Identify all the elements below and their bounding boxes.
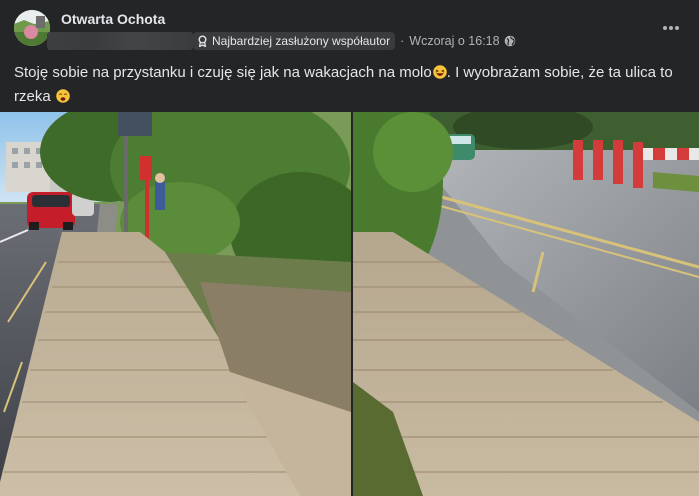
group-avatar-image [14, 10, 50, 46]
weary-emoji-icon [56, 89, 70, 103]
post-text: Stoję sobie na przystanku i czuję się ja… [14, 61, 686, 109]
badge-ribbon-icon [198, 35, 207, 47]
more-options-button[interactable] [657, 14, 685, 42]
facebook-post: Otwarta Ochota Najbardziej zasłużony wsp… [0, 0, 699, 496]
post-photo-right[interactable] [353, 112, 699, 496]
group-avatar[interactable] [14, 10, 50, 46]
more-options-icon [663, 26, 679, 30]
bus-stop-wooden-platform-image [0, 112, 351, 496]
post-timestamp[interactable]: Wczoraj o 16:18 [409, 34, 499, 48]
badge-label: Najbardziej zasłużony współautor [212, 34, 391, 48]
post-photo-left[interactable] [0, 112, 351, 496]
group-name-link[interactable]: Otwarta Ochota [61, 11, 165, 27]
author-name-blurred[interactable] [47, 32, 193, 50]
contributor-badge[interactable]: Najbardziej zasłużony współautor [193, 32, 396, 50]
laughing-emoji-icon [432, 65, 447, 79]
globe-icon[interactable] [504, 35, 516, 47]
meta-separator: · [400, 34, 405, 48]
wooden-platform-by-road-image [353, 112, 699, 496]
post-text-part1: Stoję sobie na przystanku i czuję się ja… [14, 64, 432, 81]
post-meta: Najbardziej zasłużony współautor · Wczor… [47, 31, 516, 51]
